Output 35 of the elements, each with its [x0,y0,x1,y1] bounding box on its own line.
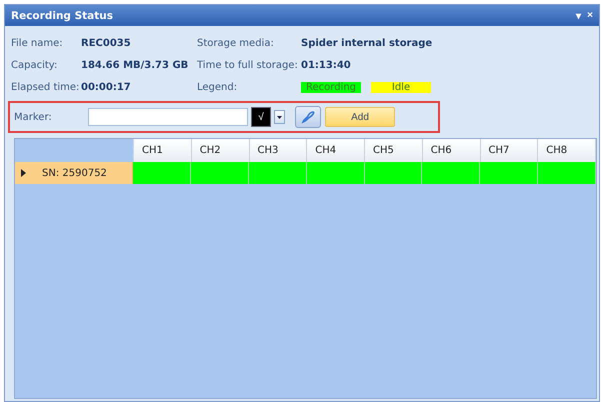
column-header: CH6 [422,139,480,162]
marker-input-field[interactable] [88,108,248,126]
field-label: Marker: [14,112,53,122]
column-header: CH4 [307,139,365,162]
add-button[interactable]: Add [325,107,395,127]
dropdown-button[interactable]: ▾ [574,10,584,22]
column-header: CH5 [365,139,423,162]
pen-icon [300,109,316,125]
tool-button[interactable] [295,106,321,128]
column-header: CH1 [134,139,192,162]
column-header: CH7 [480,139,538,162]
field-value: Spider internal storage [301,38,432,48]
row-header[interactable]: SN: 2590752 [15,162,133,184]
color-button[interactable]: √ [251,107,271,127]
caret-icon [277,116,282,118]
serial-number: SN: 2590752 [42,168,107,178]
field-label: Capacity: [11,60,58,70]
field-label: Elapsed time: [11,82,80,92]
column-header: CH8 [538,139,596,162]
field-label: Storage media: [197,38,275,48]
field-value: 01:13:40 [301,60,351,70]
field-label: File name: [11,38,64,48]
close-button[interactable]: × [585,10,595,22]
field-value: REC0035 [81,38,131,48]
legend-swatch: Recording [301,82,361,92]
field-label: Time to full storage: [197,60,299,70]
field-label: Legend: [197,82,238,92]
expand-icon[interactable] [21,169,26,177]
field-value: 184.66 MB/3.73 GB [81,60,188,70]
window-title: Recording Status [11,10,113,22]
column-header: CH2 [192,139,250,162]
legend-swatch: Idle [371,82,431,92]
field-value: 00:00:17 [81,82,131,92]
column-header: CH3 [250,139,308,162]
dropdown-button[interactable] [274,110,285,124]
